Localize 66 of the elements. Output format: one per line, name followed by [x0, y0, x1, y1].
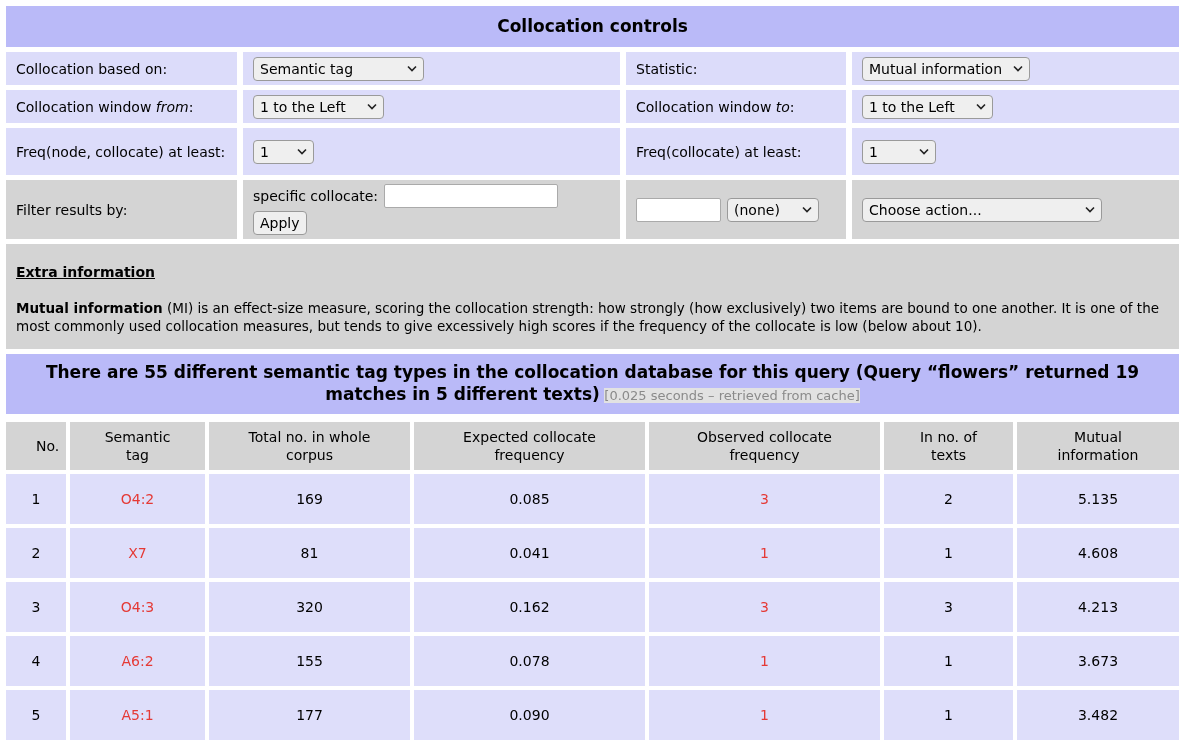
table-cell: 320 — [296, 598, 323, 615]
field-label: Filter results by: — [16, 201, 128, 218]
table-cell: 1 — [31, 490, 41, 507]
chevron-icon — [919, 148, 929, 155]
table-cell: 0.162 — [509, 598, 550, 615]
field-label: specific collocate: — [253, 187, 379, 205]
table-link[interactable]: 1 — [760, 706, 769, 723]
info-paragraph: Mutual information (MI) is an effect-size measure, scoring the collocation strength: how strongly (how exclusively) two items are bound to one another. It is one of the most commonly used collocation measures, but tends to give excessively high scores if the frequency of the collocate is low (below about 10). — [16, 299, 1160, 335]
table-link[interactable]: 1 — [760, 544, 769, 561]
info-heading: Extra information — [16, 263, 156, 282]
table-cell: 81 — [300, 544, 319, 561]
table-cell: 1 — [944, 706, 953, 723]
table-link[interactable]: 1 — [760, 652, 769, 669]
field-label: Collocation window from: — [16, 98, 194, 115]
field-label: Freq(node, collocate) at least: — [16, 143, 226, 160]
field-label: Collocation based on: — [16, 60, 168, 77]
section-title: Collocation controls — [6, 6, 1179, 47]
table-link[interactable]: 3 — [760, 490, 769, 507]
chevron-icon — [407, 65, 417, 72]
table-cell: 2 — [31, 544, 41, 561]
table-cell: 5 — [31, 706, 41, 723]
text-field[interactable] — [636, 197, 721, 222]
table-cell: 3.482 — [1077, 706, 1119, 723]
table-cell: 2 — [944, 490, 953, 507]
chevron-icon — [367, 103, 377, 110]
dropdown[interactable]: Semantic tag — [253, 56, 424, 81]
table-link[interactable]: 3 — [760, 598, 769, 615]
table-link[interactable]: O4:3 — [120, 598, 155, 615]
table-cell: 0.078 — [509, 652, 550, 669]
table-cell: 169 — [296, 490, 323, 507]
chevron-icon — [1085, 206, 1095, 213]
table-cell: 0.041 — [509, 544, 550, 561]
apply-button[interactable]: Apply — [253, 211, 307, 235]
table-cell: 177 — [296, 706, 323, 723]
dropdown[interactable]: (none) — [727, 197, 819, 222]
field-label: Statistic: — [636, 60, 698, 77]
table-link[interactable]: X7 — [128, 544, 147, 561]
table-cell: 4 — [31, 652, 41, 669]
table-link[interactable]: A5:1 — [121, 706, 154, 723]
results-heading: There are 55 different semantic tag types in the collocation database for this query (Query “flowers” returned 19 matches in 5 different texts) [0.025 seconds – retrieved from cache] — [6, 354, 1179, 414]
chevron-icon — [802, 206, 812, 213]
table-cell: 155 — [296, 652, 323, 669]
table-cell: 1 — [944, 652, 953, 669]
field-label: Freq(collocate) at least: — [636, 143, 802, 160]
table-link[interactable]: O4:2 — [120, 490, 155, 507]
dropdown[interactable]: 1 to the Left — [253, 94, 384, 119]
dropdown[interactable]: 1 — [862, 139, 936, 164]
table-cell: 0.090 — [509, 706, 550, 723]
dropdown[interactable]: 1 to the Left — [862, 94, 993, 119]
text-field[interactable] — [384, 184, 559, 208]
table-cell: 4.213 — [1077, 598, 1119, 615]
chevron-icon — [976, 103, 986, 110]
table-cell: 3 — [944, 598, 953, 615]
field-label: Collocation window to: — [636, 98, 795, 115]
table-cell: 3.673 — [1077, 652, 1119, 669]
dropdown[interactable]: 1 — [253, 139, 314, 164]
chevron-icon — [1013, 65, 1023, 72]
dropdown[interactable]: Choose action... — [862, 197, 1102, 222]
dropdown[interactable]: Mutual information — [862, 56, 1030, 81]
table-cell: 3 — [31, 598, 41, 615]
table-cell: 1 — [944, 544, 953, 561]
table-cell: 4.608 — [1077, 544, 1119, 561]
table-link[interactable]: A6:2 — [121, 652, 154, 669]
chevron-icon — [297, 148, 307, 155]
table-cell: 0.085 — [509, 490, 550, 507]
table-cell: 5.135 — [1077, 490, 1119, 507]
